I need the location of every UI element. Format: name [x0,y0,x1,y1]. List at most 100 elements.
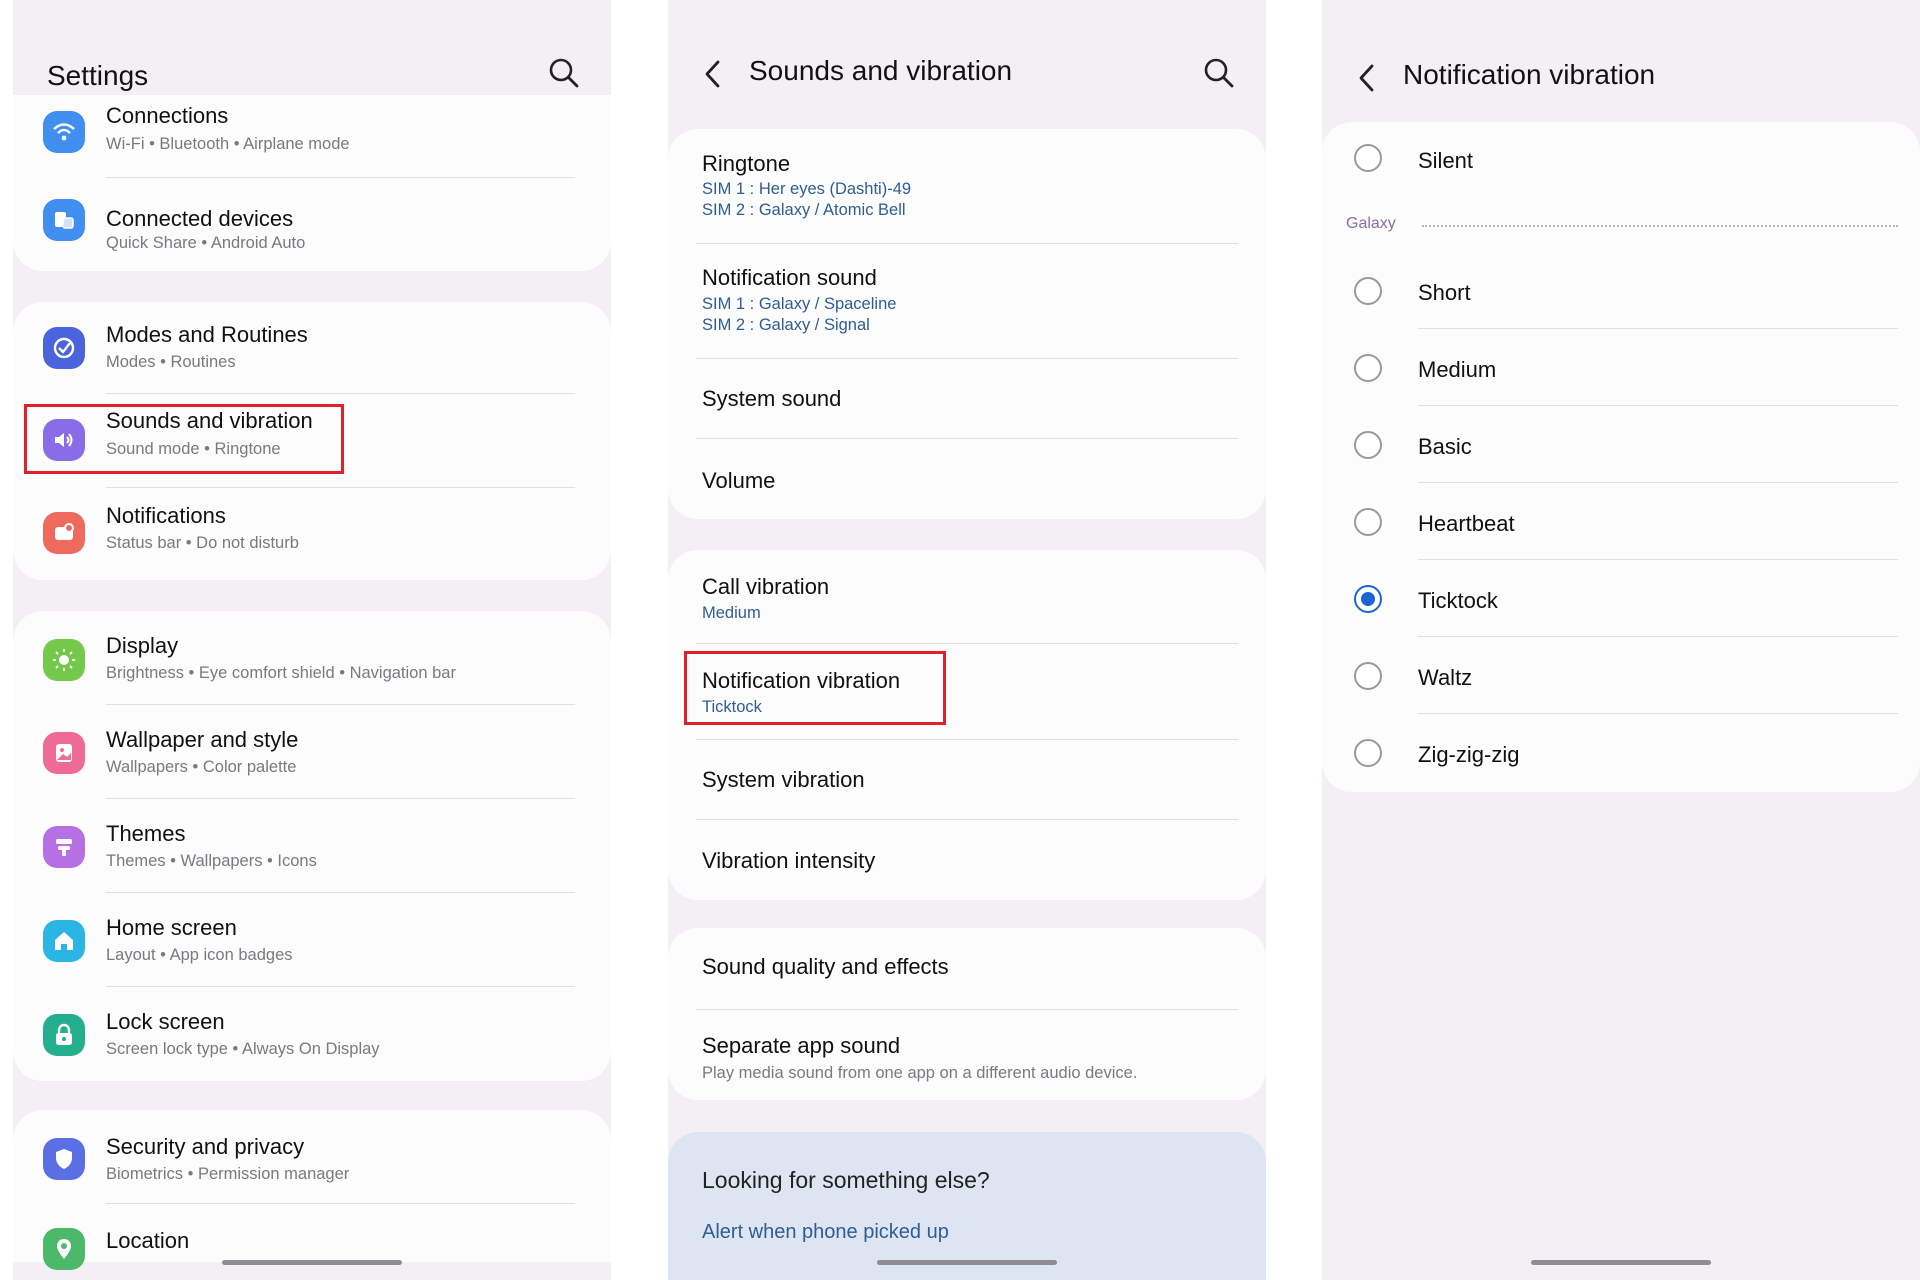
settings-group-connections: Connections Wi-Fi • Bluetooth • Airplane… [13,95,611,271]
radio-button[interactable] [1354,739,1382,767]
sidebar-item-label: Themes [106,821,186,846]
sidebar-item-label: Modes and Routines [106,322,308,347]
page-title: Settings [47,60,149,91]
option-heartbeat[interactable]: Heartbeat [1322,483,1920,560]
call-vibration-value: Medium [702,604,761,622]
settings-item-connections[interactable]: Connections Wi-Fi • Bluetooth • Airplane… [13,95,611,178]
home-indicator [222,1260,402,1265]
looking-title: Looking for something else? [702,1167,990,1193]
notification-vibration-panel: Notification vibration Silent Galaxy Sho… [1322,0,1920,1280]
notification-sound-item[interactable]: Notification sound SIM 1 : Galaxy / Spac… [668,244,1266,359]
vibration-header: Notification vibration [1322,0,1920,120]
settings-item-security-privacy[interactable]: Security and privacy Biometrics • Permis… [13,1110,611,1204]
separate-app-sound-description: Play media sound from one app on a diffe… [702,1064,1138,1082]
call-vibration-label: Call vibration [702,574,830,599]
section-header-galaxy: Galaxy [1322,198,1920,252]
settings-item-location[interactable]: Location [13,1204,611,1270]
themes-icon [43,826,85,868]
sidebar-item-label: Connections [106,103,229,128]
notification-sound-label: Notification sound [702,265,877,290]
system-sound-item[interactable]: System sound [668,359,1266,439]
option-label: Waltz [1418,665,1473,690]
option-label: Basic [1418,434,1472,459]
sidebar-item-label: Location [106,1228,190,1253]
option-zig-zig-zig[interactable]: Zig-zig-zig [1322,714,1920,792]
ringtone-item[interactable]: Ringtone SIM 1 : Her eyes (Dashti)-49 SI… [668,129,1266,244]
settings-item-themes[interactable]: Themes Themes • Wallpapers • Icons [13,799,611,893]
location-icon [43,1228,85,1270]
option-label: Zig-zig-zig [1418,742,1520,767]
option-silent[interactable]: Silent [1322,122,1920,198]
sound-quality-item[interactable]: Sound quality and effects [668,928,1266,1010]
sidebar-item-label: Lock screen [106,1009,225,1034]
sidebar-item-label: Notifications [106,503,226,528]
radio-button[interactable] [1354,662,1382,690]
radio-button[interactable] [1354,508,1382,536]
option-short[interactable]: Short [1322,252,1920,329]
settings-item-modes-routines[interactable]: Modes and Routines Modes • Routines [13,302,611,394]
system-sound-label: System sound [702,386,842,411]
option-label: Short [1418,280,1471,305]
option-basic[interactable]: Basic [1322,406,1920,483]
sidebar-item-sublabel: Quick Share • Android Auto [106,234,306,252]
option-ticktock[interactable]: Ticktock [1322,560,1920,637]
sun-icon [43,639,85,681]
search-icon[interactable] [1202,56,1236,90]
separate-app-sound-label: Separate app sound [702,1033,901,1058]
settings-item-connected-devices[interactable]: Connected devices Quick Share • Android … [13,178,611,271]
sidebar-item-label: Connected devices [106,206,294,231]
call-vibration-item[interactable]: Call vibration Medium [668,550,1266,644]
sounds-group-main: Ringtone SIM 1 : Her eyes (Dashti)-49 SI… [668,129,1266,519]
radio-button[interactable] [1354,277,1382,305]
sidebar-item-label: Wallpaper and style [106,727,299,752]
option-waltz[interactable]: Waltz [1322,637,1920,714]
notification-sound-sim2: SIM 2 : Galaxy / Signal [702,316,870,334]
sound-quality-label: Sound quality and effects [702,954,949,979]
option-medium[interactable]: Medium [1322,329,1920,406]
sidebar-item-sublabel: Layout • App icon badges [106,946,293,964]
radio-button[interactable] [1354,144,1382,172]
separate-app-sound-item[interactable]: Separate app sound Play media sound from… [668,1010,1266,1100]
settings-item-lock-screen[interactable]: Lock screen Screen lock type • Always On… [13,987,611,1081]
ringtone-sim1: SIM 1 : Her eyes (Dashti)-49 [702,180,912,198]
settings-item-home-screen[interactable]: Home screen Layout • App icon badges [13,893,611,987]
settings-item-wallpaper-style[interactable]: Wallpaper and style Wallpapers • Color p… [13,705,611,799]
home-indicator [1531,1260,1711,1265]
notification-sound-sim1: SIM 1 : Galaxy / Spaceline [702,295,897,313]
sidebar-item-sublabel: Wallpapers • Color palette [106,758,297,776]
sidebar-item-sublabel: Biometrics • Permission manager [106,1165,350,1183]
sounds-header: Sounds and vibration [668,0,1266,120]
settings-item-notifications[interactable]: Notifications Status bar • Do not distur… [13,488,611,580]
sounds-panel: Sounds and vibration Ringtone SIM 1 : He… [668,0,1266,1280]
vibration-intensity-label: Vibration intensity [702,848,876,873]
highlight-box [684,651,946,725]
sidebar-item-sublabel: Screen lock type • Always On Display [106,1040,380,1058]
looking-card: Looking for something else? Alert when p… [668,1132,1266,1280]
section-label: Galaxy [1346,215,1396,232]
ringtone-label: Ringtone [702,151,791,176]
system-vibration-label: System vibration [702,767,865,792]
radio-button-selected[interactable] [1354,585,1382,613]
alert-picked-up-link[interactable]: Alert when phone picked up [702,1221,949,1244]
settings-item-display[interactable]: Display Brightness • Eye comfort shield … [13,611,611,705]
notification-icon [43,512,85,554]
highlight-box [24,404,344,474]
sidebar-item-label: Security and privacy [106,1134,305,1159]
search-icon[interactable] [547,56,581,90]
system-vibration-item[interactable]: System vibration [668,740,1266,820]
radio-button[interactable] [1354,354,1382,382]
ringtone-sim2: SIM 2 : Galaxy / Atomic Bell [702,201,906,219]
vibration-intensity-item[interactable]: Vibration intensity [668,820,1266,900]
settings-panel: Settings Connections Wi-Fi • Bluetooth •… [13,0,611,1280]
option-label: Silent [1418,148,1474,173]
page-title: Notification vibration [1403,59,1656,90]
sidebar-item-label: Home screen [106,915,237,940]
volume-item[interactable]: Volume [668,439,1266,519]
back-arrow-icon[interactable] [1352,60,1382,96]
back-arrow-icon[interactable] [698,56,728,92]
option-label: Heartbeat [1418,511,1515,536]
sidebar-item-sublabel: Wi-Fi • Bluetooth • Airplane mode [106,135,350,153]
wallpaper-icon [43,732,85,774]
shield-icon [43,1138,85,1180]
radio-button[interactable] [1354,431,1382,459]
